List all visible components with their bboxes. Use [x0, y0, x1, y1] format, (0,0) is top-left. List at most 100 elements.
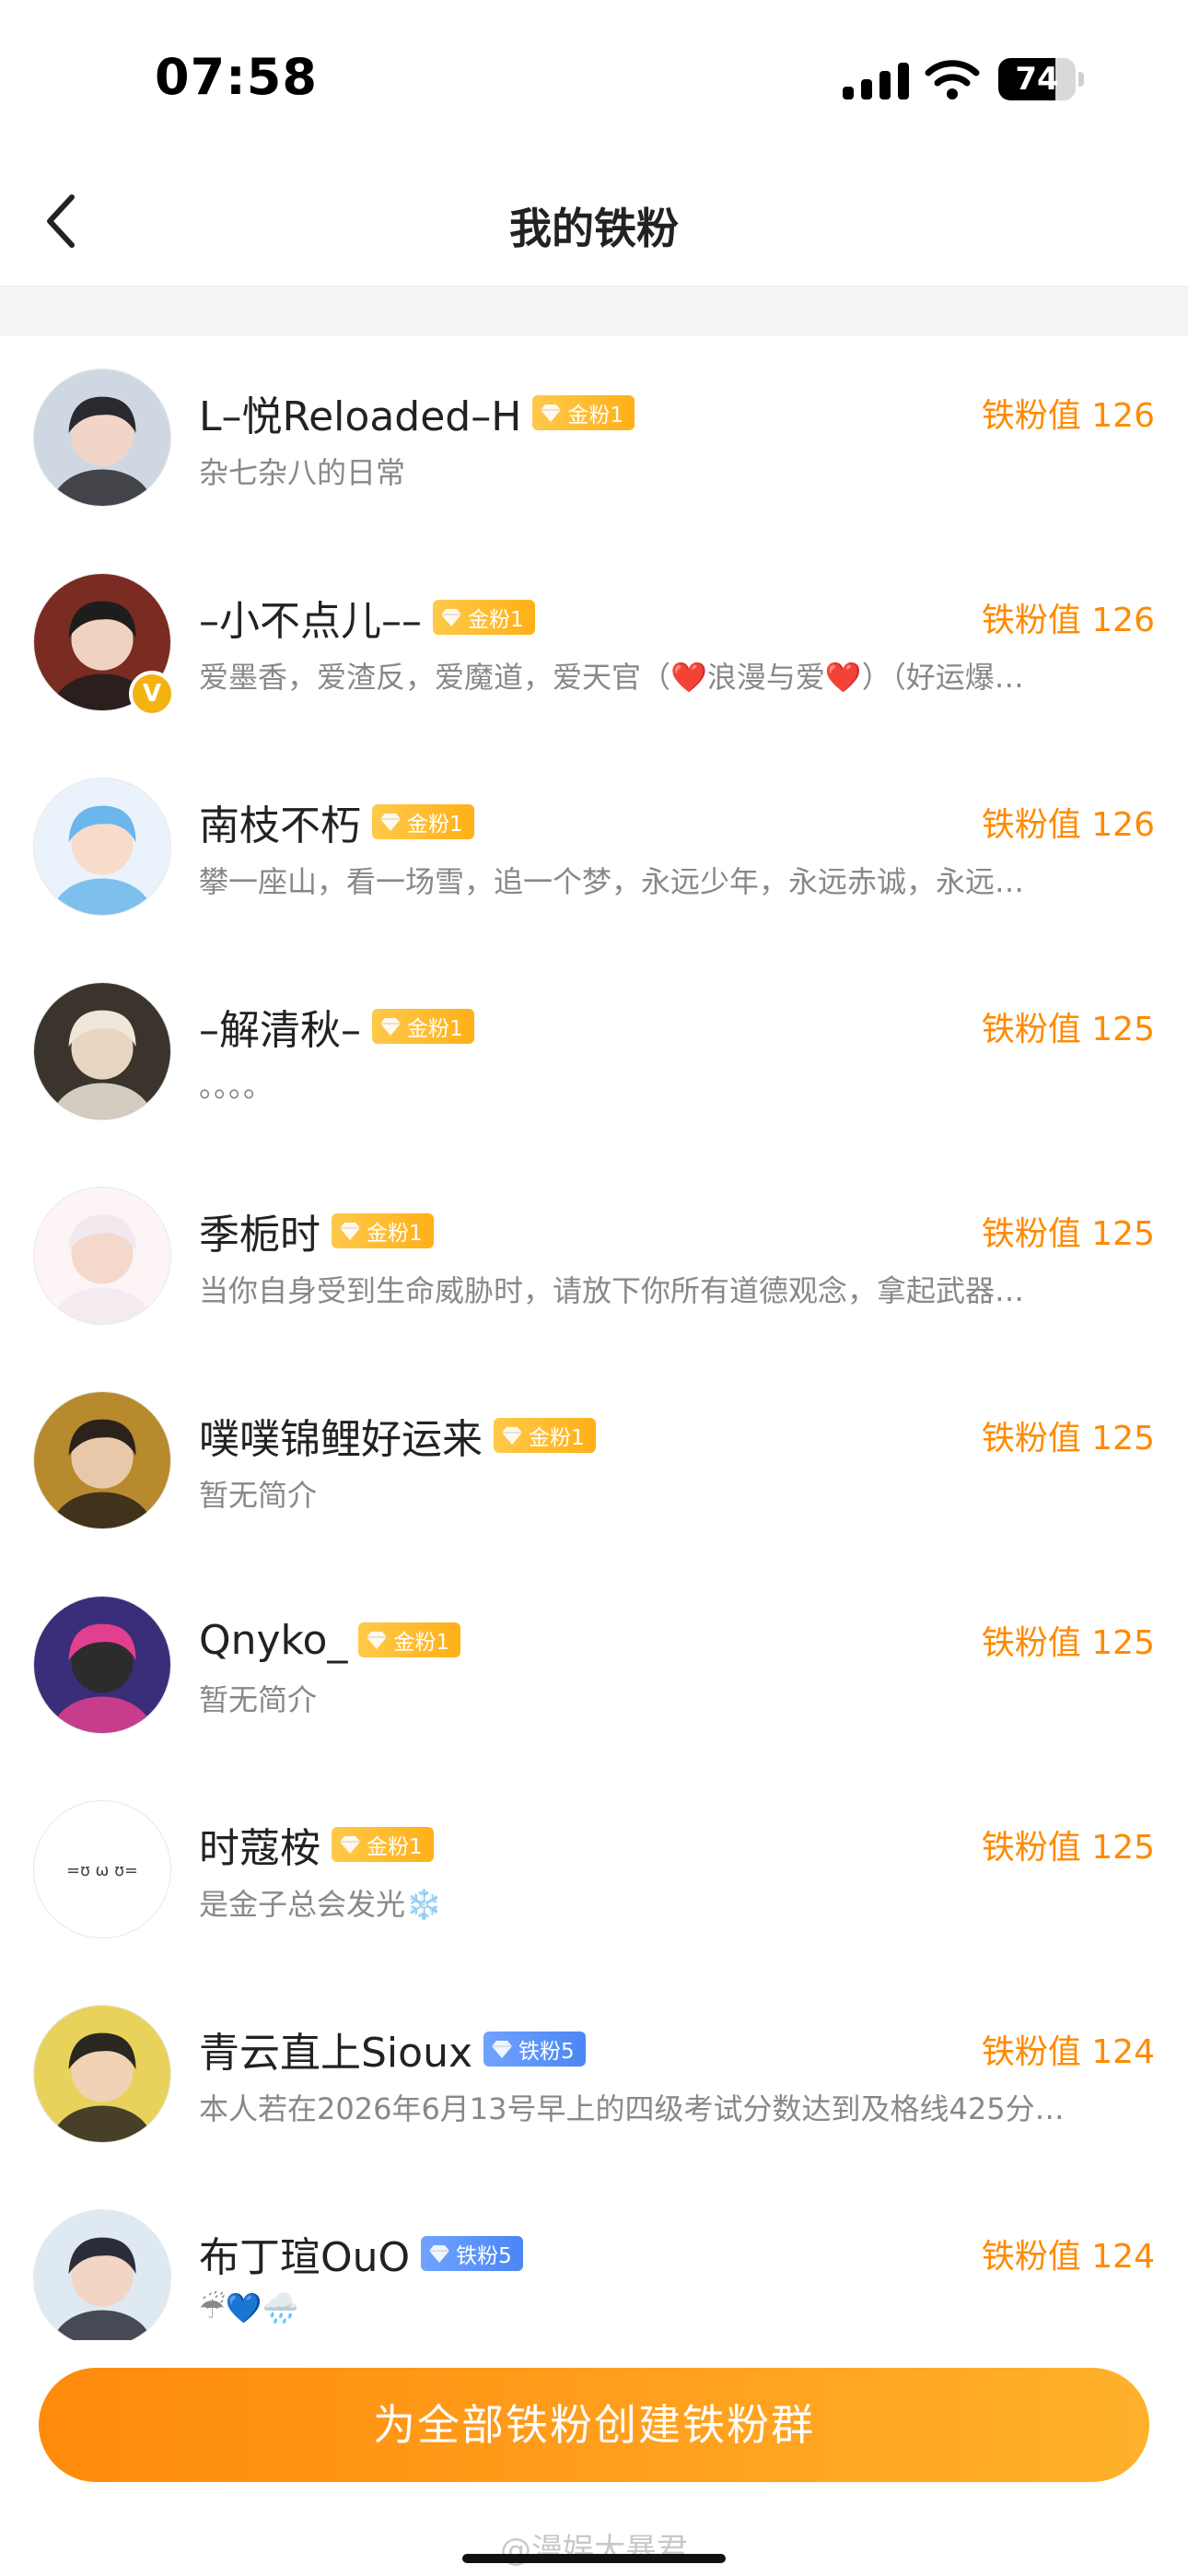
fan-score: 铁粉值 125 — [981, 1624, 1155, 1662]
fan-name-row: –解清秋– 金粉1 — [199, 999, 474, 1054]
fan-bio: 暂无简介 — [199, 1682, 318, 1717]
fan-name[interactable]: 青云直上Sioux — [199, 2020, 472, 2078]
fan-score: 铁粉值 125 — [981, 1829, 1155, 1867]
svg-text:=ʊ ω ʊ=: =ʊ ω ʊ= — [66, 1862, 138, 1880]
fan-level-label: 金粉1 — [407, 1017, 463, 1041]
create-fan-group-button[interactable]: 为全部铁粉创建铁粉群 — [39, 2368, 1149, 2482]
fan-name-row: 南枝不朽 金粉1 — [199, 794, 474, 849]
fan-bio: 杂七杂八的日常 — [199, 455, 406, 490]
fan-level-badge: 铁粉5 — [421, 2236, 523, 2271]
fan-level-label: 金粉1 — [367, 1222, 423, 1246]
fan-level-badge: 铁粉5 — [483, 2032, 586, 2067]
fan-score: 铁粉值 125 — [981, 1215, 1155, 1253]
fan-list-item[interactable]: 青云直上Sioux 铁粉5 铁粉值 124 本人若在2026年6月13号早上的四级考试… — [0, 1972, 1188, 2176]
diamond-gem-icon — [492, 2041, 512, 2058]
fan-list-item[interactable]: V –小不点儿–– 金粉1 铁粉值 126 爱墨香，爱渣反，爱魔道，爱天官（❤️浪漫与爱… — [0, 540, 1188, 744]
fan-list-item[interactable]: 噗噗锦鲤好运来 金粉1 铁粉值 125 暂无简介 — [0, 1358, 1188, 1563]
fan-name-row: 季栀时 金粉1 — [199, 1203, 434, 1259]
fan-name[interactable]: Qnyko_ — [199, 1617, 347, 1664]
fan-bio: 暂无简介 — [199, 1478, 318, 1513]
fan-name-row: 噗噗锦鲤好运来 金粉1 — [199, 1408, 596, 1463]
fan-name[interactable]: 噗噗锦鲤好运来 — [199, 1406, 483, 1465]
fan-name[interactable]: –小不点儿–– — [199, 588, 422, 647]
fan-name[interactable]: 时蔻桉 — [199, 1815, 320, 1874]
fan-name-row: –小不点儿–– 金粉1 — [199, 590, 535, 645]
diamond-gem-icon — [367, 1632, 388, 1649]
fan-list-item[interactable]: 季栀时 金粉1 铁粉值 125 当你自身受到生命威胁时，请放下你所有道德观念，拿起武器… — [0, 1153, 1188, 1358]
fan-level-badge: 金粉1 — [433, 600, 535, 635]
fan-level-badge: 金粉1 — [358, 1622, 461, 1657]
battery-level-text: 74 — [1015, 61, 1059, 98]
fan-score: 铁粉值 126 — [981, 602, 1155, 639]
fan-bio: 本人若在2026年6月13号早上的四级考试分数达到及格线425分… — [199, 2091, 1065, 2126]
fan-score: 铁粉值 126 — [981, 806, 1155, 844]
fan-level-badge: 金粉1 — [332, 1213, 434, 1248]
battery-body: 74 — [998, 58, 1076, 100]
status-time: 07:58 — [155, 48, 318, 106]
fan-level-label: 金粉1 — [407, 813, 463, 837]
home-indicator — [462, 2554, 726, 2563]
fan-level-label: 金粉1 — [529, 1426, 585, 1450]
diamond-gem-icon — [441, 609, 461, 626]
fan-name-row: 青云直上Sioux 铁粉5 — [199, 2021, 586, 2077]
fan-list-item[interactable]: L–悦Reloaded–H 金粉1 铁粉值 126 杂七杂八的日常 — [0, 335, 1188, 540]
fan-name-row: 布丁瑄OuO 铁粉5 — [199, 2226, 523, 2281]
avatar[interactable] — [33, 1391, 171, 1529]
fan-name-row: 时蔻桉 金粉1 — [199, 1817, 434, 1872]
fan-score: 铁粉值 125 — [981, 1420, 1155, 1458]
fan-name[interactable]: 南枝不朽 — [199, 792, 361, 851]
avatar[interactable]: =ʊ ω ʊ= — [33, 1800, 171, 1938]
fan-name[interactable]: 季栀时 — [199, 1201, 320, 1260]
fan-list[interactable]: L–悦Reloaded–H 金粉1 铁粉值 126 杂七杂八的日常 V –小不点儿–– 金粉… — [0, 335, 1188, 2340]
battery-icon: 74 — [998, 58, 1084, 100]
diamond-gem-icon — [380, 1018, 401, 1036]
fan-name[interactable]: L–悦Reloaded–H — [199, 383, 521, 442]
battery-cap — [1078, 72, 1084, 87]
fan-level-label: 金粉1 — [367, 1835, 423, 1859]
fan-level-label: 金粉1 — [393, 1631, 450, 1655]
wifi-icon — [925, 60, 980, 100]
fan-bio: ☔💙🌧️ — [199, 2290, 299, 2325]
fan-level-badge: 金粉1 — [372, 804, 474, 839]
fan-bio: 攀一座山，看一场雪，追一个梦，永远少年，永远赤诚，永远… — [199, 864, 1025, 899]
fan-level-label: 金粉1 — [567, 404, 623, 427]
fan-list-item[interactable]: 南枝不朽 金粉1 铁粉值 126 攀一座山，看一场雪，追一个梦，永远少年，永远赤诚，永… — [0, 744, 1188, 949]
fan-name-row: Qnyko_ 金粉1 — [199, 1612, 461, 1668]
fan-list-item[interactable]: –解清秋– 金粉1 铁粉值 125 。。。。 — [0, 949, 1188, 1153]
fan-score: 铁粉值 125 — [981, 1011, 1155, 1048]
avatar[interactable] — [33, 369, 171, 507]
diamond-gem-icon — [340, 1223, 360, 1240]
section-divider — [0, 286, 1188, 336]
fan-bio: 是金子总会发光❄️ — [199, 1887, 442, 1922]
fan-list-item[interactable]: =ʊ ω ʊ= 时蔻桉 金粉1 铁粉值 125 是金子总会发光❄️ — [0, 1767, 1188, 1972]
fan-level-label: 铁粉5 — [456, 2244, 512, 2268]
fan-list-item[interactable]: Qnyko_ 金粉1 铁粉值 125 暂无简介 — [0, 1563, 1188, 1767]
avatar[interactable] — [33, 2209, 171, 2340]
status-bar: 07:58 74 — [0, 0, 1188, 157]
fan-name[interactable]: 布丁瑄OuO — [199, 2224, 410, 2283]
avatar[interactable] — [33, 1187, 171, 1325]
diamond-gem-icon — [502, 1427, 522, 1445]
fan-name-row: L–悦Reloaded–H 金粉1 — [199, 385, 635, 440]
avatar[interactable] — [33, 982, 171, 1120]
fan-level-label: 铁粉5 — [518, 2040, 575, 2064]
avatar[interactable] — [33, 2005, 171, 2143]
fan-bio: 当你自身受到生命威胁时，请放下你所有道德观念，拿起武器… — [199, 1273, 1025, 1308]
page-title: 我的铁粉 — [509, 204, 679, 253]
avatar[interactable] — [33, 1596, 171, 1734]
fan-name[interactable]: –解清秋– — [199, 997, 361, 1056]
verified-v-icon: V — [129, 671, 175, 717]
fan-level-badge: 金粉1 — [494, 1418, 596, 1453]
fan-score: 铁粉值 126 — [981, 397, 1155, 435]
fan-list-item[interactable]: 布丁瑄OuO 铁粉5 铁粉值 124 ☔💙🌧️ — [0, 2176, 1188, 2340]
diamond-gem-icon — [541, 404, 562, 422]
fan-bio: 。。。。 — [199, 1069, 274, 1104]
avatar[interactable] — [33, 778, 171, 916]
fan-bio: 爱墨香，爱渣反，爱魔道，爱天官（❤️浪漫与爱❤️）（好运爆… — [199, 660, 1024, 695]
fan-level-badge: 金粉1 — [332, 1827, 434, 1862]
fan-level-badge: 金粉1 — [532, 395, 635, 430]
diamond-gem-icon — [380, 814, 401, 831]
fan-score: 铁粉值 124 — [981, 2033, 1155, 2071]
fan-level-label: 金粉1 — [468, 608, 524, 632]
fan-score: 铁粉值 124 — [981, 2238, 1155, 2276]
